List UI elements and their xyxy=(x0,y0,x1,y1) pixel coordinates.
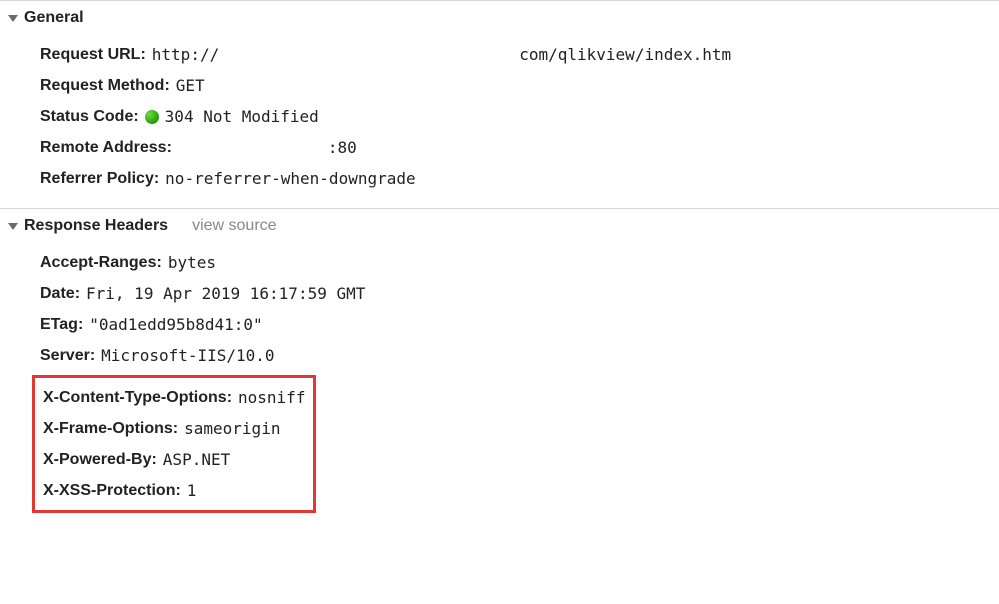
date-value: Fri, 19 Apr 2019 16:17:59 GMT xyxy=(86,284,365,303)
server-value: Microsoft-IIS/10.0 xyxy=(101,346,274,365)
disclosure-triangle-icon xyxy=(8,223,18,230)
request-url-label: Request URL xyxy=(40,46,146,64)
x-powered-by-row: X-Powered-By ASP.NET xyxy=(43,444,305,475)
status-code-row: Status Code 304 Not Modified xyxy=(40,101,999,132)
response-rows: Accept-Ranges bytes Date Fri, 19 Apr 201… xyxy=(0,243,999,527)
general-title: General xyxy=(24,9,84,27)
request-url-prefix: http:// xyxy=(152,45,219,64)
x-powered-by-label: X-Powered-By xyxy=(43,451,157,469)
etag-label: ETag xyxy=(40,316,83,334)
general-section-header[interactable]: General xyxy=(0,1,999,35)
date-label: Date xyxy=(40,285,80,303)
x-xss-protection-label: X-XSS-Protection xyxy=(43,482,181,500)
etag-value: "0ad1edd95b8d41:0" xyxy=(89,315,262,334)
request-method-row: Request Method GET xyxy=(40,70,999,101)
remote-address-value: :80 xyxy=(328,138,357,157)
x-powered-by-value: ASP.NET xyxy=(163,450,230,469)
status-code-label: Status Code xyxy=(40,108,139,126)
x-content-type-options-row: X-Content-Type-Options nosniff xyxy=(43,382,305,413)
request-url-row: Request URL http:// com/qlikview/index.h… xyxy=(40,39,999,70)
request-method-label: Request Method xyxy=(40,77,170,95)
general-section: General Request URL http:// com/qlikview… xyxy=(0,0,999,208)
referrer-policy-label: Referrer Policy xyxy=(40,170,159,188)
general-rows: Request URL http:// com/qlikview/index.h… xyxy=(0,35,999,208)
accept-ranges-value: bytes xyxy=(168,253,216,272)
request-url-suffix: com/qlikview/index.htm xyxy=(519,45,731,64)
highlighted-security-headers: X-Content-Type-Options nosniff X-Frame-O… xyxy=(32,375,316,513)
date-row: Date Fri, 19 Apr 2019 16:17:59 GMT xyxy=(40,278,999,309)
disclosure-triangle-icon xyxy=(8,15,18,22)
accept-ranges-label: Accept-Ranges xyxy=(40,254,162,272)
x-content-type-options-label: X-Content-Type-Options xyxy=(43,389,232,407)
referrer-policy-row: Referrer Policy no-referrer-when-downgra… xyxy=(40,163,999,194)
view-source-link[interactable]: view source xyxy=(192,217,276,235)
x-xss-protection-row: X-XSS-Protection 1 xyxy=(43,475,305,506)
x-frame-options-label: X-Frame-Options xyxy=(43,420,178,438)
server-row: Server Microsoft-IIS/10.0 xyxy=(40,340,999,371)
server-label: Server xyxy=(40,347,95,365)
status-code-value: 304 Not Modified xyxy=(165,107,319,126)
accept-ranges-row: Accept-Ranges bytes xyxy=(40,247,999,278)
response-headers-header[interactable]: Response Headers view source xyxy=(0,209,999,243)
status-dot-icon xyxy=(145,110,159,124)
request-method-value: GET xyxy=(176,76,205,95)
x-frame-options-value: sameorigin xyxy=(184,419,280,438)
etag-row: ETag "0ad1edd95b8d41:0" xyxy=(40,309,999,340)
response-headers-title: Response Headers xyxy=(24,217,168,235)
x-xss-protection-value: 1 xyxy=(187,481,197,500)
remote-address-label: Remote Address xyxy=(40,139,172,157)
x-content-type-options-value: nosniff xyxy=(238,388,305,407)
response-headers-section: Response Headers view source Accept-Rang… xyxy=(0,208,999,527)
remote-address-row: Remote Address :80 xyxy=(40,132,999,163)
x-frame-options-row: X-Frame-Options sameorigin xyxy=(43,413,305,444)
referrer-policy-value: no-referrer-when-downgrade xyxy=(165,169,415,188)
